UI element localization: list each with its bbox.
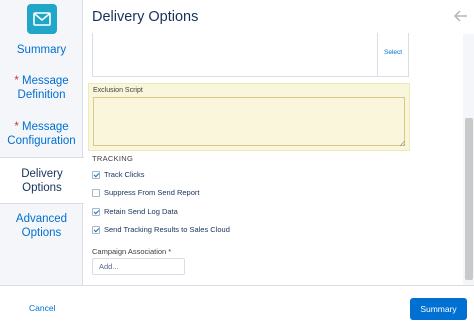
sidebar-item-label: Summary [16, 44, 67, 56]
wizard-sidebar: Summary * Message Definition * Message C… [0, 0, 84, 285]
sidebar-item-label-line: Definition [17, 89, 66, 101]
sidebar-item-label: * Message [0, 120, 83, 134]
sidebar-item-label-line: Configuration [7, 135, 76, 147]
campaign-association-label: Campaign Association * [92, 247, 172, 256]
required-marker: * [14, 121, 19, 133]
page-title: Delivery Options [92, 9, 199, 25]
sidebar-item-label-line: Delivery [21, 168, 63, 180]
sidebar-item-message-configuration[interactable]: * Message Configuration [0, 120, 83, 148]
sidebar-item-label-line: Options [22, 182, 62, 194]
scrollbar-thumb[interactable] [465, 118, 473, 280]
back-arrow-icon[interactable] [453, 8, 469, 24]
sidebar-item-summary[interactable]: Summary [0, 43, 83, 57]
selection-list-box: Select [92, 33, 409, 77]
retain-send-log-option[interactable]: Retain Send Log Data [92, 206, 178, 217]
sidebar-item-message-definition[interactable]: * Message Definition [0, 74, 83, 102]
cancel-button[interactable]: Cancel [29, 303, 55, 313]
select-link[interactable]: Select [384, 49, 402, 56]
checkbox-label: Suppress From Send Report [104, 188, 200, 197]
summary-button[interactable]: Summary [410, 298, 467, 320]
campaign-association-input[interactable]: Add... [92, 258, 185, 275]
suppress-send-report-option[interactable]: Suppress From Send Report [92, 187, 199, 198]
sidebar-item-label-line: Options [21, 227, 62, 239]
main-panel: Delivery Options Select Exclusion Script… [83, 0, 474, 285]
required-marker: * [14, 75, 19, 87]
exclusion-script-label: Exclusion Script [93, 87, 143, 94]
track-clicks-option[interactable]: Track Clicks [92, 169, 145, 180]
checkbox-label: Retain Send Log Data [104, 207, 178, 216]
email-envelope-icon [27, 4, 57, 34]
exclusion-script-panel: Exclusion Script [88, 83, 410, 151]
sidebar-item-label-line: Message [22, 121, 69, 133]
checkbox[interactable] [92, 225, 100, 234]
send-tracking-sales-cloud-option[interactable]: Send Tracking Results to Sales Cloud [92, 224, 230, 235]
select-divider [377, 33, 378, 77]
checkbox[interactable] [92, 207, 100, 216]
checkbox-label: Send Tracking Results to Sales Cloud [104, 225, 230, 234]
sidebar-item-label-line: Advanced [15, 213, 68, 225]
exclusion-script-textarea[interactable] [93, 97, 405, 146]
checkbox[interactable] [92, 188, 100, 197]
footer-bar: Cancel Summary [0, 285, 474, 332]
sidebar-item-delivery-options[interactable]: Delivery Options [0, 157, 84, 204]
checkbox-label: Track Clicks [104, 170, 145, 179]
sidebar-item-label-line: Message [22, 75, 69, 87]
sidebar-item-label: * Message [0, 74, 83, 88]
tracking-section-heading: TRACKING [92, 154, 134, 163]
resize-grip-icon[interactable] [399, 140, 406, 147]
sidebar-item-advanced-options[interactable]: Advanced Options [0, 212, 83, 240]
checkbox[interactable] [92, 170, 100, 179]
